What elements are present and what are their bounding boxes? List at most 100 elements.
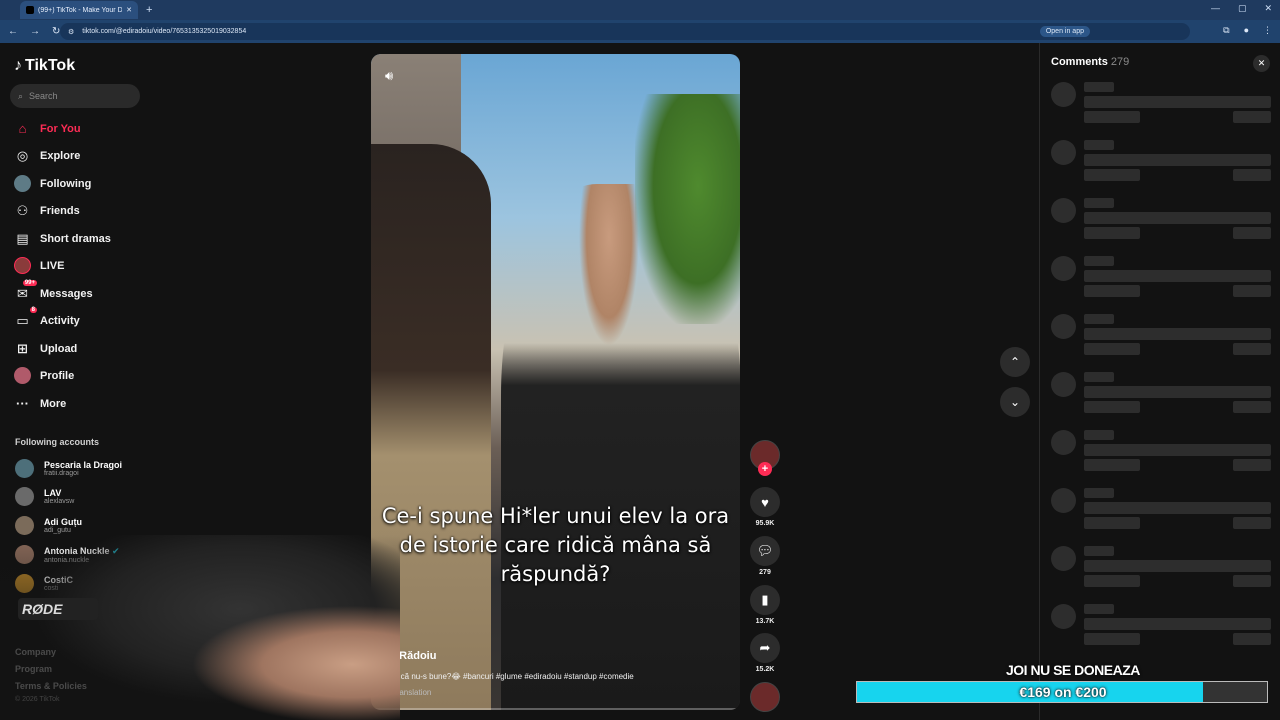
comments-title-text: Comments bbox=[1051, 56, 1108, 68]
copyright: © 2026 TikTok bbox=[15, 696, 60, 703]
nav-label: More bbox=[40, 397, 67, 410]
comments-panel: Comments 279 ✕ @ ☺ bbox=[1039, 43, 1280, 720]
close-icon: ✕ bbox=[1257, 58, 1266, 68]
nav-profile[interactable]: Profile bbox=[14, 367, 74, 384]
avatar bbox=[15, 459, 34, 478]
account-item[interactable]: Antonia Nuckle ✔ antonia.nuckle bbox=[15, 545, 120, 564]
video-player[interactable]: 🔊︎ Ce-i spune Hi*ler unui elev la ora de… bbox=[371, 54, 740, 710]
footer-company-link[interactable]: Company bbox=[15, 647, 56, 657]
nav-friends[interactable]: ⚇ Friends bbox=[14, 202, 80, 219]
see-translation-link[interactable]: See translation bbox=[378, 688, 431, 697]
nav-label: Messages bbox=[40, 287, 93, 300]
footer-terms-link[interactable]: Terms & Policies bbox=[15, 681, 87, 691]
share-button[interactable]: ➦ 15.2K bbox=[749, 633, 781, 673]
donation-progress-text: €169 on €200 bbox=[1019, 684, 1107, 700]
next-video-button[interactable]: ⌄ bbox=[1000, 387, 1030, 417]
nav-short-dramas[interactable]: ▤ Short dramas bbox=[14, 230, 111, 247]
profile-avatar-icon bbox=[14, 367, 31, 384]
video-progress-bar[interactable] bbox=[371, 708, 740, 710]
avatar bbox=[15, 574, 34, 593]
comment-button[interactable]: 💬︎ 279 bbox=[749, 536, 781, 576]
site-info-icon[interactable]: ⚙ bbox=[68, 28, 74, 36]
back-icon[interactable]: ← bbox=[8, 26, 18, 37]
video-author[interactable]: Edi Rădoiu bbox=[379, 650, 436, 662]
browser-toolbar: ← → ↻ ⚙ tiktok.com/@ediradoiu/video/7653… bbox=[0, 20, 1280, 43]
account-name-text: Antonia Nuckle bbox=[44, 545, 110, 556]
search-placeholder: Search bbox=[29, 91, 58, 101]
footer-program-link[interactable]: Program bbox=[15, 664, 52, 674]
account-handle: alexlavsw bbox=[44, 498, 75, 505]
follow-plus-icon[interactable]: + bbox=[758, 462, 772, 476]
upload-icon: ⊞ bbox=[17, 340, 28, 356]
tab-title: (99+) TikTok - Make Your Da bbox=[38, 6, 123, 14]
nav-label: LIVE bbox=[40, 259, 65, 272]
nav-more[interactable]: ··· More bbox=[14, 395, 66, 412]
account-item[interactable]: Pescaria la Dragoi fratii.dragoi bbox=[15, 459, 122, 478]
account-name: Adi Guțu bbox=[44, 517, 82, 527]
save-button[interactable]: ▮ 13.7K bbox=[749, 585, 781, 625]
following-avatar-icon bbox=[14, 175, 31, 192]
nav-activity[interactable]: ▭ 8 Activity bbox=[14, 307, 80, 329]
previous-video-button[interactable]: ⌃ bbox=[1000, 347, 1030, 377]
music-disc-button[interactable] bbox=[749, 682, 781, 712]
comment-skeleton bbox=[1051, 140, 1271, 184]
account-handle: antonia.nuckle bbox=[44, 556, 90, 564]
account-item[interactable]: LAV alexlavsw bbox=[15, 487, 74, 506]
close-window-icon[interactable]: ✕ bbox=[1264, 3, 1272, 14]
microphone-brand: RØDE bbox=[18, 598, 98, 620]
browser-tabbar: (99+) TikTok - Make Your Da ✕ + — ▢ ✕ bbox=[0, 0, 1280, 20]
live-icon bbox=[14, 257, 31, 274]
video-man bbox=[501, 184, 740, 710]
nav-label: Explore bbox=[40, 149, 81, 162]
video-woman bbox=[371, 144, 491, 710]
close-comments-button[interactable]: ✕ bbox=[1253, 55, 1270, 72]
comment-skeleton bbox=[1051, 430, 1271, 474]
account-item[interactable]: Adi Guțu adi_gutu bbox=[15, 516, 82, 535]
nav-label: For You bbox=[40, 122, 81, 135]
donation-title: JOI NU SE DONEAZA bbox=[1006, 662, 1140, 678]
comment-icon: 💬︎ bbox=[750, 536, 780, 566]
nav-upload[interactable]: ⊞ Upload bbox=[14, 340, 77, 357]
comment-count: 279 bbox=[759, 569, 771, 576]
volume-icon[interactable]: 🔊︎ bbox=[385, 68, 393, 84]
nav-label: Short dramas bbox=[40, 232, 111, 245]
new-tab-button[interactable]: + bbox=[146, 4, 152, 16]
maximize-icon[interactable]: ▢ bbox=[1238, 3, 1247, 14]
account-handle: fratii.dragoi bbox=[44, 470, 79, 477]
comment-skeleton bbox=[1051, 546, 1271, 590]
url-text: tiktok.com/@ediradoiu/video/765313532501… bbox=[82, 28, 247, 35]
chevron-up-icon: ⌃ bbox=[1009, 355, 1021, 369]
extensions-icon[interactable]: ⧉ bbox=[1223, 25, 1229, 36]
following-accounts-title: Following accounts bbox=[15, 437, 100, 447]
creator-avatar-button[interactable]: + bbox=[749, 440, 781, 476]
forward-icon[interactable]: → bbox=[30, 26, 40, 37]
comment-skeleton bbox=[1051, 82, 1271, 126]
minimize-icon[interactable]: — bbox=[1211, 3, 1220, 14]
video-caption: Ce-i spune Hi*ler unui elev la ora de is… bbox=[381, 504, 730, 586]
menu-icon[interactable]: ⋮ bbox=[1263, 25, 1272, 36]
avatar bbox=[15, 545, 34, 564]
nav-live[interactable]: LIVE bbox=[14, 257, 64, 274]
nav-messages[interactable]: ✉ 99+ Messages bbox=[14, 280, 93, 302]
profile-icon[interactable]: ● bbox=[1244, 25, 1249, 36]
account-item[interactable]: CostiC costi bbox=[15, 574, 73, 593]
open-in-app-button[interactable]: Open in app bbox=[1039, 26, 1090, 37]
bookmark-icon: ▮ bbox=[750, 585, 780, 615]
share-icon: ➦ bbox=[750, 633, 780, 663]
tiktok-logo[interactable]: ♪ TikTok bbox=[14, 57, 75, 75]
search-input[interactable]: ⌕ Search bbox=[10, 84, 140, 108]
close-tab-icon[interactable]: ✕ bbox=[126, 6, 132, 14]
logo-text: TikTok bbox=[25, 57, 76, 74]
account-name: CostiC bbox=[44, 575, 73, 585]
account-name: Antonia Nuckle ✔ bbox=[44, 546, 120, 557]
nav-explore[interactable]: ◎ Explore bbox=[14, 147, 81, 164]
nav-for-you[interactable]: ⌂ For You bbox=[14, 120, 81, 137]
browser-tab[interactable]: (99+) TikTok - Make Your Da ✕ bbox=[20, 1, 138, 19]
avatar bbox=[15, 487, 34, 506]
like-button[interactable]: ♥ 95.9K bbox=[749, 487, 781, 527]
address-bar[interactable]: ⚙ tiktok.com/@ediradoiu/video/7653135325… bbox=[60, 23, 1190, 40]
music-disc-icon bbox=[750, 682, 780, 712]
nav-following[interactable]: Following bbox=[14, 175, 91, 192]
messages-badge: 99+ bbox=[22, 280, 37, 286]
verified-badge-icon: ✔ bbox=[112, 545, 120, 556]
